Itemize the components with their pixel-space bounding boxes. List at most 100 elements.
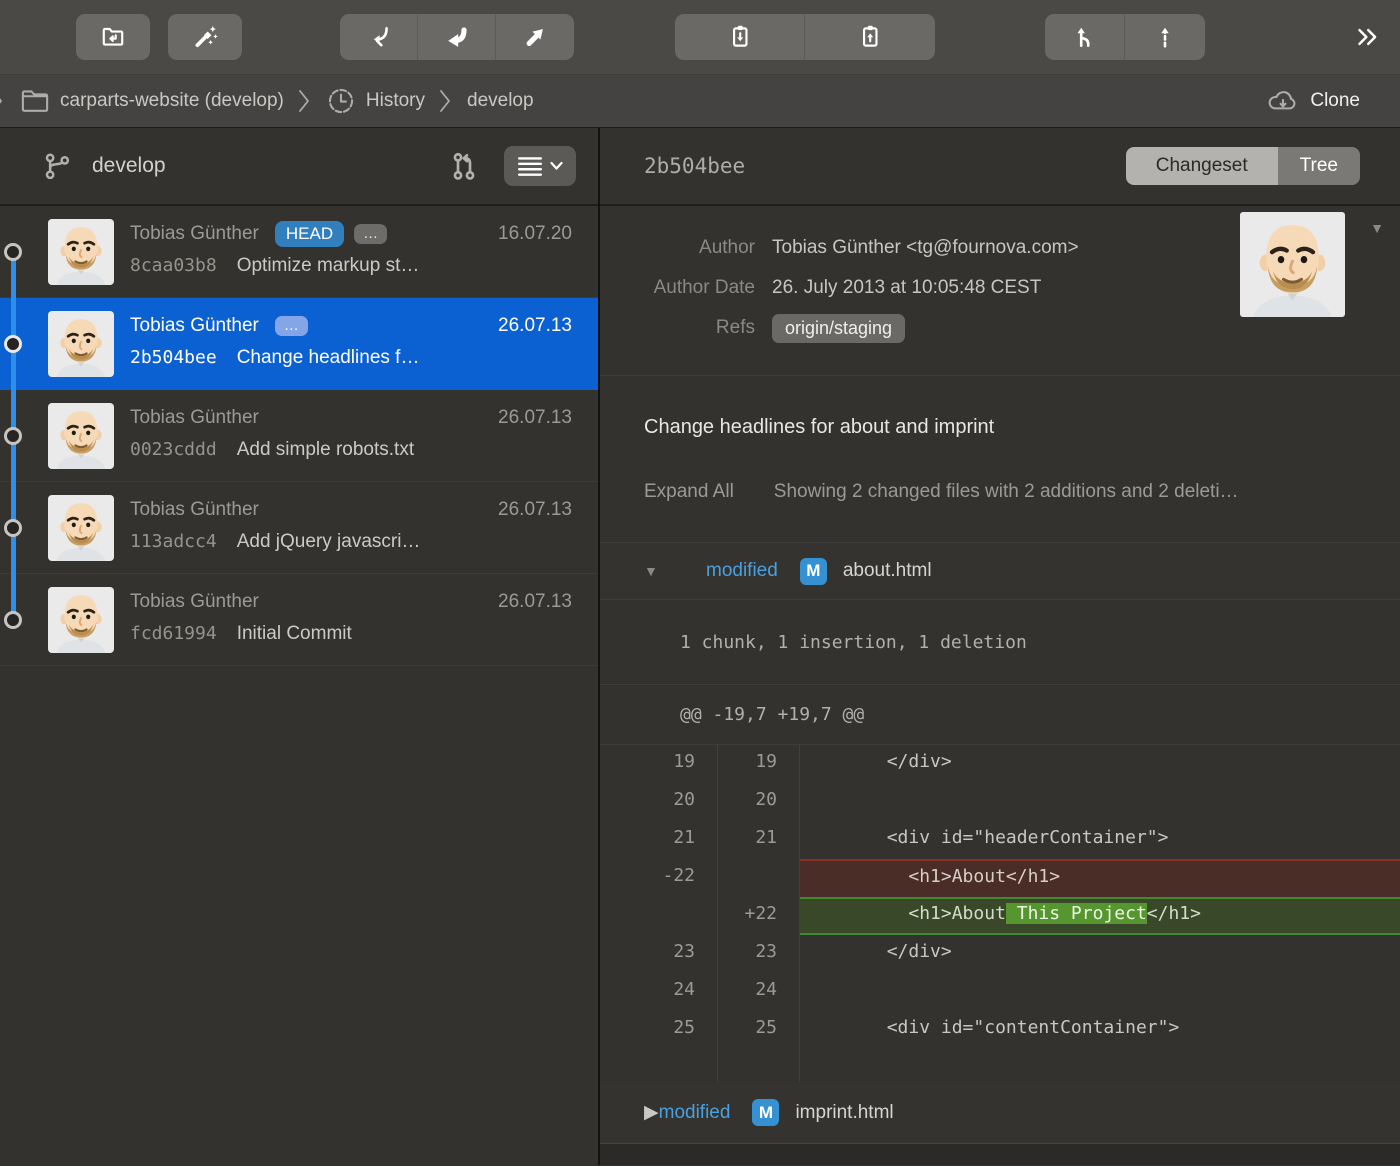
avatar [48,219,114,285]
old-line-number: 19 [600,745,718,783]
commit-hash: 2b504bee [130,347,217,368]
author-date-value: 26. July 2013 at 10:05:48 CEST [772,277,1041,299]
diff-deleted-line: <h1>About</h1> [800,859,1400,897]
changes-summary: Showing 2 changed files with 2 additions… [774,481,1239,503]
refs-overflow-badge[interactable]: … [354,224,387,244]
breadcrumb-history[interactable]: History [326,86,425,116]
commit-subject: Add simple robots.txt [237,439,414,461]
file-row-about[interactable]: ▼ modified M about.html [600,543,1400,600]
double-chevron-right-icon [1352,22,1382,52]
expand-triangle-icon[interactable]: ▶ [644,1101,659,1124]
commit-subject: Add jQuery javascri… [237,531,421,553]
old-line-number: -22 [600,859,718,897]
file-row-imprint[interactable]: ▶ modified M imprint.html [600,1082,1400,1144]
diff-code-line: </div> [800,935,1400,973]
commit-graph-node [4,243,22,261]
undo-redo-group [340,14,574,60]
rebase-button[interactable] [1125,14,1205,60]
avatar [48,403,114,469]
file-name: about.html [843,560,932,582]
chunk-stats: 1 chunk, 1 insertion, 1 deletion [600,600,1400,685]
chevron-separator-icon [298,89,312,113]
open-working-copy-button[interactable] [76,14,150,60]
breadcrumb-repo[interactable]: carparts-website (develop) [20,88,284,114]
commit-author: Tobias Günther [130,591,259,613]
commit-date: 26.07.13 [498,407,572,429]
arrow-corner-left-icon [365,23,393,51]
refs-overflow-badge[interactable]: … [275,316,308,336]
quick-actions-button[interactable] [168,14,242,60]
new-line-number: 25 [718,1011,800,1049]
redo-button[interactable] [496,14,574,60]
commit-subject: Change headlines f… [237,347,420,369]
commit-detail-panel: 2b504bee Changeset Tree Author Tobias Gü… [600,128,1400,1165]
commit-hash: fcd61994 [130,623,217,644]
breadcrumb-branch[interactable]: develop [467,90,534,112]
commit-row[interactable]: Tobias Günther HEAD … 16.07.20 8caa03b8 … [0,206,598,298]
detail-header: 2b504bee Changeset Tree [600,128,1400,206]
diff-code-line [800,783,1400,821]
cloud-download-icon [1266,87,1300,115]
checkout-button[interactable] [340,14,418,60]
author-avatar [1240,212,1345,317]
head-badge: HEAD [275,221,344,247]
commit-date: 26.07.13 [498,591,572,613]
dashed-arrow-up-icon [1152,24,1178,50]
commit-subject: Initial Commit [237,623,352,645]
commit-list: Tobias Günther HEAD … 16.07.20 8caa03b8 … [0,206,598,1165]
detail-commit-hash: 2b504bee [644,154,745,178]
stash-clipboard-down-icon [727,23,753,51]
chevron-down-icon [550,161,563,171]
main-toolbar [0,0,1400,74]
collapse-triangle-icon[interactable]: ▼ [644,563,660,579]
avatar [48,495,114,561]
commit-date: 26.07.13 [498,499,572,521]
commit-message: Change headlines for about and imprint [644,416,1370,439]
old-line-number: 21 [600,821,718,859]
file-name: imprint.html [795,1102,893,1124]
stash-clipboard-up-icon [857,23,883,51]
stash-apply-button[interactable] [805,14,935,60]
tab-changeset[interactable]: Changeset [1126,147,1278,185]
commit-row-selected[interactable]: Tobias Günther … 26.07.13 2b504bee Chang… [0,298,598,390]
list-options-dropdown[interactable] [504,146,576,186]
commit-hash: 113adcc4 [130,531,217,552]
merge-arrow-icon [1072,24,1098,50]
magic-wand-icon [191,23,219,51]
diff-filler [718,1049,800,1082]
ref-badge-origin-staging[interactable]: origin/staging [772,314,905,343]
diff-code-line: <div id="contentContainer"> [800,1011,1400,1049]
clock-icon [326,86,356,116]
old-line-number: 25 [600,1011,718,1049]
merge-rebase-group [1045,14,1205,60]
chevron-separator-icon [439,89,453,113]
list-icon [517,155,543,177]
commit-date: 16.07.20 [498,223,572,245]
commit-message-section: Change headlines for about and imprint E… [600,376,1400,543]
merge-button[interactable] [1045,14,1125,60]
commit-row[interactable]: Tobias Günther 26.07.13 fcd61994 Initial… [0,574,598,666]
tab-tree[interactable]: Tree [1278,147,1360,185]
diff-filler [800,1049,1400,1082]
stash-save-button[interactable] [675,14,805,60]
chunk-header: @@ -19,7 +19,7 @@ [600,685,1400,745]
commit-hash: 0023cddd [130,439,217,460]
expand-all-button[interactable]: Expand All [644,481,734,503]
commit-row[interactable]: Tobias Günther 26.07.13 0023cddd Add sim… [0,390,598,482]
diff-view: 19 19 </div> 20 20 21 21 <div id="header… [600,745,1400,1082]
commit-row[interactable]: Tobias Günther 26.07.13 113adcc4 Add jQu… [0,482,598,574]
breadcrumb-history-label: History [366,90,425,112]
new-line-number [718,859,800,897]
commit-author: Tobias Günther [130,499,259,521]
clone-button[interactable]: Clone [1266,87,1360,115]
view-toggle: Changeset Tree [1126,147,1360,185]
refs-label: Refs [600,317,772,339]
diff-code-line: <div id="headerContainer"> [800,821,1400,859]
undo-button[interactable] [418,14,496,60]
author-section: Author Tobias Günther <tg@fournova.com> … [600,206,1400,376]
avatar-disclosure-triangle[interactable]: ▼ [1370,220,1384,236]
toolbar-overflow-button[interactable] [1352,22,1382,52]
compare-button[interactable] [448,150,480,182]
new-line-number: +22 [718,897,800,935]
new-line-number: 20 [718,783,800,821]
